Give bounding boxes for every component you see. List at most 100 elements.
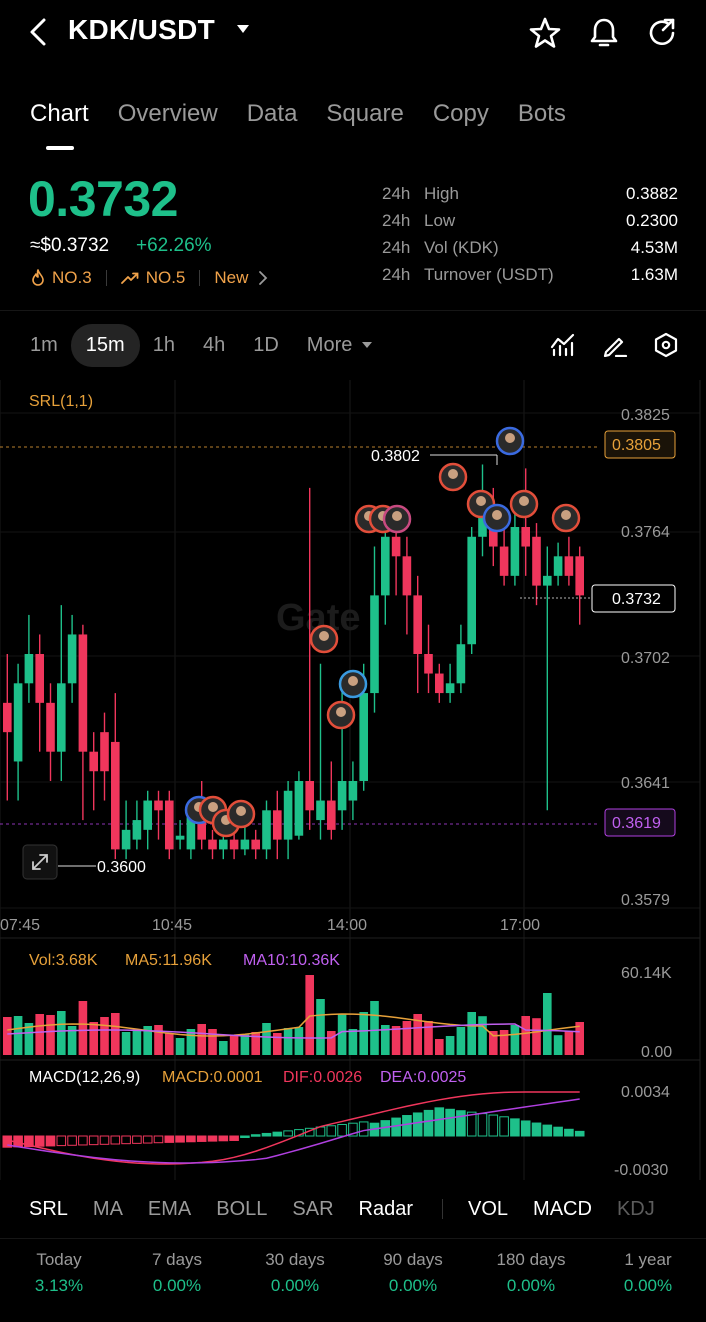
indicator-srl[interactable]: SRL — [29, 1198, 68, 1221]
volume-bar — [13, 1016, 23, 1055]
volume-bar — [262, 1023, 271, 1055]
badge-separator — [105, 270, 107, 286]
support-price-label: 0.3619 — [612, 815, 661, 832]
volume-bar — [121, 1032, 131, 1055]
candle-body — [208, 839, 217, 850]
macd-histogram-bar — [78, 1135, 88, 1146]
candle-body — [229, 839, 239, 850]
macd-label: MACD(12,26,9) — [29, 1069, 140, 1086]
hot-rank-badge[interactable]: NO.3 — [30, 268, 92, 288]
avatar-face — [319, 631, 329, 641]
macd-histogram-bar — [196, 1135, 207, 1142]
volume-max-label: 60.14K — [621, 965, 672, 982]
tab-chart[interactable]: Chart — [30, 100, 89, 140]
timeframe-15m[interactable]: 15m — [70, 323, 140, 367]
y-tick-label: 0.3579 — [621, 892, 670, 909]
candle-body — [132, 820, 142, 840]
back-arrow-icon[interactable] — [22, 14, 56, 50]
tab-overview[interactable]: Overview — [118, 100, 218, 140]
macd-histogram-bar — [477, 1113, 488, 1137]
volume-bar — [165, 1033, 174, 1055]
macd-histogram-bar — [402, 1115, 412, 1137]
macd-dif-line — [7, 1091, 580, 1165]
perf-today[interactable]: Today 3.13% — [0, 1250, 118, 1296]
macd-histogram-bar — [34, 1135, 45, 1147]
pair-title[interactable]: KDK/USDT — [68, 14, 215, 46]
tab-bar: Chart Overview Data Square Copy Bots — [30, 100, 595, 140]
star-icon[interactable] — [528, 16, 562, 50]
indicator-macd[interactable]: MACD — [533, 1198, 592, 1221]
perf-180d[interactable]: 180 days 0.00% — [472, 1250, 590, 1296]
candle-body — [532, 536, 541, 586]
tab-bots[interactable]: Bots — [518, 100, 566, 140]
candlestick-chart[interactable]: GateSRL(1,1)0.38250.37640.37020.36410.35… — [0, 380, 706, 1180]
settings-hexagon-icon[interactable] — [653, 332, 679, 358]
timeframe-1h[interactable]: 1h — [153, 334, 175, 357]
timeframe-more[interactable]: More — [307, 334, 374, 357]
volume-bar — [46, 1015, 55, 1055]
volume-bar — [305, 975, 314, 1055]
macd-histogram-bar — [358, 1121, 369, 1137]
bell-icon[interactable] — [588, 16, 620, 50]
volume-bar — [294, 1027, 304, 1055]
volume-bar — [521, 1016, 530, 1055]
tab-square[interactable]: Square — [326, 100, 403, 140]
macd-histogram-bar — [510, 1118, 520, 1137]
volume-bar — [499, 1030, 509, 1055]
volume-bar — [359, 1012, 368, 1055]
candle-body — [100, 732, 109, 772]
indicator-icon[interactable] — [550, 333, 576, 357]
candle-body — [294, 781, 304, 836]
indicator-radar[interactable]: Radar — [359, 1198, 413, 1221]
macd-histogram-bar — [283, 1130, 293, 1137]
perf-30d[interactable]: 30 days 0.00% — [236, 1250, 354, 1296]
indicator-sar[interactable]: SAR — [292, 1198, 333, 1221]
candle-body — [510, 527, 520, 576]
perf-90d[interactable]: 90 days 0.00% — [354, 1250, 472, 1296]
chart-area[interactable]: Gate SRL(1,1) 0.3825 0.3764 0.3702 0.3641 0.35… — [0, 380, 706, 1180]
macd-histogram-bar — [564, 1128, 574, 1137]
tab-data[interactable]: Data — [247, 100, 298, 140]
candle-body — [165, 800, 174, 850]
indicator-vol[interactable]: VOL — [468, 1198, 508, 1221]
flame-icon — [32, 269, 44, 286]
pencil-icon[interactable] — [602, 333, 628, 357]
candle-body — [402, 556, 412, 596]
caret-down-icon[interactable] — [236, 24, 250, 34]
avatar-face — [392, 511, 402, 521]
indicator-ma[interactable]: MA — [93, 1198, 123, 1221]
stat-low: 24h Low 0.2300 — [382, 210, 678, 230]
candle-body — [121, 829, 131, 850]
macd-histogram-bar — [164, 1135, 175, 1143]
x-tick-label: 17:00 — [500, 917, 540, 934]
srl-label: SRL(1,1) — [29, 393, 93, 410]
avatar-face — [236, 806, 246, 816]
avatar-face — [561, 510, 571, 520]
volume-bar — [208, 1029, 217, 1055]
perf-7d[interactable]: 7 days 0.00% — [118, 1250, 236, 1296]
candle-body — [175, 835, 185, 840]
header: KDK/USDT — [0, 0, 706, 66]
share-refresh-icon[interactable] — [646, 16, 680, 50]
volume-bar — [510, 1025, 520, 1055]
timeframe-1d[interactable]: 1D — [253, 334, 279, 357]
gainer-rank-badge[interactable]: NO.5 — [120, 268, 185, 288]
stats-panel: 24h High 0.3882 24h Low 0.2300 24h Vol (KDK) 4… — [382, 180, 678, 288]
avatar-face — [336, 707, 346, 717]
candle-body — [262, 810, 271, 850]
indicator-kdj[interactable]: KDJ — [617, 1198, 655, 1221]
volume-label: Vol:3.68K — [29, 952, 98, 969]
trend-up-icon — [120, 272, 139, 284]
new-badge[interactable]: New — [214, 268, 269, 288]
indicator-boll[interactable]: BOLL — [216, 1198, 267, 1221]
perf-1y[interactable]: 1 year 0.00% — [590, 1250, 706, 1296]
macd-histogram-bar — [445, 1108, 455, 1137]
tab-copy[interactable]: Copy — [433, 100, 489, 140]
timeframe-4h[interactable]: 4h — [203, 334, 225, 357]
indicator-ema[interactable]: EMA — [148, 1198, 191, 1221]
volume-bar — [391, 1026, 401, 1055]
avatar-face — [505, 433, 515, 443]
candle-body — [283, 790, 293, 840]
timeframe-1m[interactable]: 1m — [30, 334, 58, 357]
macd-dea-line — [7, 1098, 580, 1164]
